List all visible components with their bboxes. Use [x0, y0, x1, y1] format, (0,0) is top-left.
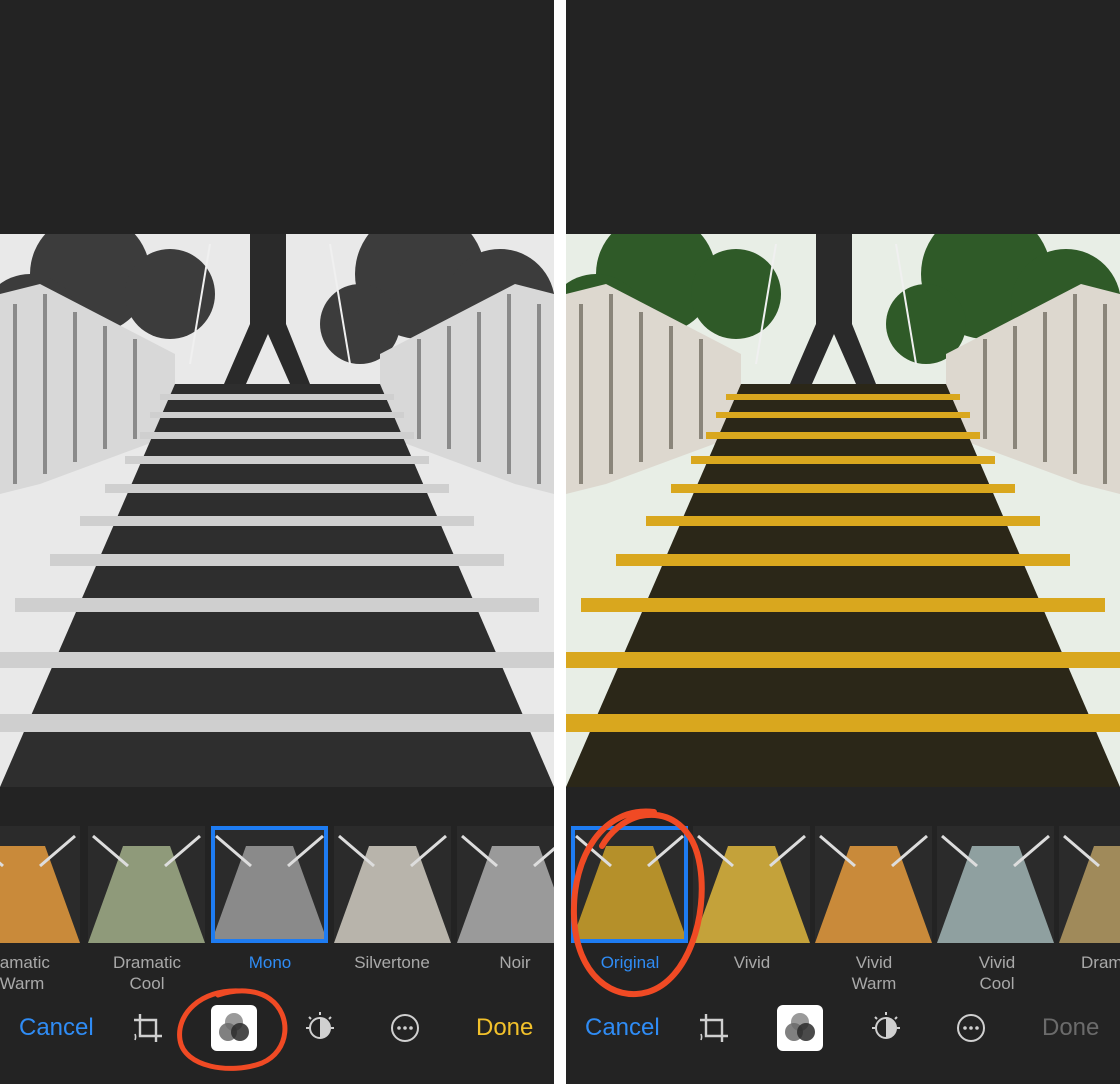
filters-button[interactable] — [211, 1005, 257, 1051]
photo-preview-color — [566, 234, 1120, 787]
filter-thumbnail-selected[interactable] — [211, 826, 328, 943]
filter-thumbnail[interactable] — [457, 826, 554, 943]
filter-thumbnail[interactable] — [88, 826, 205, 943]
done-button-disabled[interactable]: Done — [1042, 1013, 1099, 1043]
more-options-button[interactable] — [383, 1006, 427, 1050]
more-options-icon — [391, 1014, 419, 1042]
more-options-icon — [957, 1014, 985, 1042]
filter-label-silvertone[interactable]: Silvertone — [327, 952, 457, 973]
crop-button[interactable] — [126, 1006, 170, 1050]
filter-label-vivid[interactable]: Vivid — [687, 952, 817, 973]
filter-thumbnail[interactable] — [937, 826, 1054, 943]
right-screen: Original Vivid Vivid Warm Vivid Cool Dra… — [566, 0, 1120, 1084]
left-screen: ramatic Warm Dramatic Cool Mono Silverto… — [0, 0, 554, 1084]
cancel-button[interactable]: Cancel — [585, 1013, 660, 1043]
filters-button[interactable] — [777, 1005, 823, 1051]
filter-label-noir[interactable]: Noir — [450, 952, 554, 973]
filter-thumbnail[interactable] — [334, 826, 451, 943]
photo-preview-mono — [0, 234, 554, 787]
crop-icon — [700, 1014, 728, 1042]
adjust-button[interactable] — [298, 1006, 342, 1050]
filter-label-dramatic-cool[interactable]: Dramatic Cool — [82, 952, 212, 994]
crop-button[interactable] — [692, 1006, 736, 1050]
adjust-dial-icon — [306, 1012, 334, 1039]
filter-label-original[interactable]: Original — [566, 952, 695, 973]
adjust-button[interactable] — [864, 1006, 908, 1050]
filter-label-dramatic-warm[interactable]: ramatic Warm — [0, 952, 87, 994]
filter-strip[interactable] — [0, 826, 554, 943]
adjust-dial-icon — [872, 1012, 900, 1039]
filter-thumbnail[interactable] — [693, 826, 810, 943]
filter-label-mono[interactable]: Mono — [205, 952, 335, 973]
filter-label-dramatic[interactable]: Dram — [1054, 952, 1120, 973]
filters-icon — [785, 1013, 815, 1041]
filter-thumbnail-selected[interactable] — [571, 826, 688, 943]
filter-strip[interactable] — [566, 826, 1120, 943]
filter-label-vivid-warm[interactable]: Vivid Warm — [809, 952, 939, 994]
more-options-button[interactable] — [949, 1006, 993, 1050]
filter-label-vivid-cool[interactable]: Vivid Cool — [932, 952, 1062, 994]
filter-thumbnail[interactable] — [815, 826, 932, 943]
filter-thumbnail[interactable] — [0, 826, 80, 943]
filters-icon — [219, 1013, 249, 1041]
done-button[interactable]: Done — [476, 1013, 533, 1043]
crop-icon — [134, 1014, 162, 1042]
cancel-button[interactable]: Cancel — [19, 1013, 94, 1043]
filter-thumbnail[interactable] — [1059, 826, 1120, 943]
